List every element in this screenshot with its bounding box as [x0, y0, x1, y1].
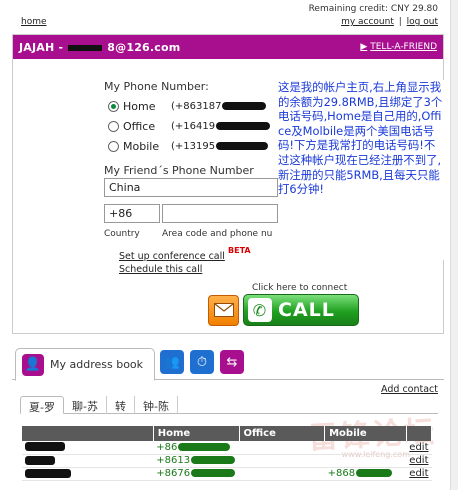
friend-phone-title: My Friend´s Phone Number: [104, 164, 254, 177]
home-number: +8676: [156, 468, 191, 479]
user-prefix: JAJAH -: [19, 40, 64, 54]
table-row[interactable]: +8676 +868 edit: [22, 467, 432, 481]
edit-label[interactable]: edit: [409, 455, 428, 466]
beta-badge: BETA: [228, 246, 251, 255]
tab-address-book-label: My address book: [50, 358, 144, 371]
call-label: CALL: [278, 299, 335, 321]
redaction-mark: [222, 102, 267, 110]
col-actions: [406, 426, 433, 441]
edit-link[interactable]: edit: [406, 454, 432, 468]
radio-button[interactable]: [108, 120, 119, 132]
redaction-mark: [191, 456, 236, 464]
redaction-mark: [191, 469, 236, 477]
envelope-icon: [213, 303, 234, 317]
table-row[interactable]: +86 edit: [22, 441, 432, 455]
play-arrow-icon: ▶: [360, 42, 368, 52]
table-header: Home Office Mobile: [22, 426, 433, 441]
col-name: [22, 426, 154, 441]
area-code-caption: Area code and phone nu: [162, 229, 273, 239]
col-office: Office: [239, 426, 326, 441]
my-phone-title: My Phone Number:: [104, 80, 209, 93]
user-email-suffix: 8@126.com: [107, 40, 181, 54]
call-button[interactable]: ✆ CALL: [243, 294, 359, 326]
country-select[interactable]: China: [104, 178, 278, 197]
home-number: +8613: [156, 455, 191, 466]
letter-tab[interactable]: 夏-罗: [20, 396, 64, 414]
redaction-mark: [356, 469, 393, 477]
clock-icon[interactable]: ⏱: [190, 350, 214, 374]
call-hint: Click here to connect: [252, 283, 348, 293]
phone-option-office[interactable]: Office (+16419: [108, 119, 271, 133]
phone-option-home[interactable]: Home (+863187: [108, 99, 267, 113]
contact-mobile[interactable]: +868: [324, 467, 407, 481]
phone-number-input[interactable]: [162, 204, 278, 223]
redaction-mark: [25, 442, 65, 452]
col-mobile: Mobile: [324, 426, 407, 441]
annotation-note: 这是我的帐户主页,右上角显示我的余额为29.8RMB,且绑定了3个电话号码,Ho…: [278, 80, 444, 260]
contacts-table: Home Office Mobile +86 edit +8613 edit +…: [22, 426, 433, 481]
radio-selected[interactable]: [108, 100, 119, 112]
contact-mobile: [324, 454, 407, 468]
account-links: my account | log out: [341, 17, 438, 27]
contact-mobile: [324, 441, 407, 455]
redaction-mark: [216, 142, 269, 150]
mobile-number: +868: [327, 468, 356, 479]
edit-label[interactable]: edit: [409, 442, 428, 453]
radio-button[interactable]: [108, 140, 119, 152]
phone-number: (+13195: [171, 140, 216, 152]
contact-name: [22, 454, 154, 468]
email-button[interactable]: [208, 294, 239, 326]
user-email: JAJAH - 8@126.com: [19, 41, 180, 54]
phone-icon: ✆: [248, 298, 272, 322]
contact-office: [239, 441, 325, 455]
person-icon: 👤: [22, 353, 44, 376]
contact-home[interactable]: +8676: [153, 467, 240, 481]
link-separator: |: [398, 17, 402, 27]
call-actions: ✆ CALL: [208, 294, 359, 326]
letter-tab[interactable]: 转: [107, 396, 135, 414]
redaction-mark: [216, 122, 271, 130]
redaction-mark: [25, 468, 71, 478]
phone-label: Home: [123, 99, 156, 113]
schedule-call-link[interactable]: Schedule this call: [119, 264, 202, 275]
address-book-tabbar: 👤 My address book 👥 ⏱ ⇆: [12, 346, 444, 381]
home-number: +86: [156, 441, 178, 453]
contact-name: [22, 467, 154, 481]
scrollbar[interactable]: [450, 0, 458, 490]
edit-link[interactable]: edit: [406, 467, 432, 481]
edit-link[interactable]: edit: [406, 441, 432, 455]
my-account-link[interactable]: my account: [341, 17, 394, 27]
conference-call-link[interactable]: Set up conference call: [119, 251, 225, 262]
contact-home[interactable]: +8613: [153, 454, 240, 468]
contact-home[interactable]: +86: [153, 441, 240, 455]
phone-option-mobile[interactable]: Mobile (+13195: [108, 139, 269, 153]
col-home: Home: [153, 426, 240, 441]
remaining-credit: Remaining credit: CNY 29.80: [308, 4, 438, 14]
redaction-mark: [178, 442, 231, 451]
tab-address-book[interactable]: 👤 My address book: [15, 348, 155, 381]
home-link[interactable]: home: [21, 17, 47, 27]
contact-office: [239, 467, 325, 481]
country-code-input[interactable]: +86: [104, 204, 160, 223]
contact-name: [22, 441, 154, 455]
letter-tab[interactable]: 钟-陈: [135, 396, 178, 414]
redaction-mark: [68, 44, 103, 51]
phone-number: (+16419: [171, 120, 216, 132]
letter-tab[interactable]: 聊-苏: [64, 396, 107, 414]
contact-office: [239, 454, 325, 468]
add-contact-link[interactable]: Add contact: [381, 384, 438, 395]
table-row[interactable]: +8613 edit: [22, 454, 432, 468]
header-bar: JAJAH - 8@126.com ▶ TELL-A-FRIEND: [13, 35, 443, 59]
edit-label[interactable]: edit: [409, 468, 428, 479]
phone-label: Office: [123, 119, 156, 133]
redaction-mark: [25, 455, 55, 465]
group-icon[interactable]: 👥: [160, 350, 184, 374]
phone-label: Mobile: [123, 139, 160, 153]
tell-a-friend-label: TELL-A-FRIEND: [370, 42, 437, 52]
tell-a-friend-link[interactable]: ▶ TELL-A-FRIEND: [360, 42, 437, 52]
logout-link[interactable]: log out: [407, 17, 438, 27]
country-caption: Country: [104, 229, 140, 239]
share-icon[interactable]: ⇆: [220, 350, 244, 374]
phone-number: (+863187: [171, 100, 222, 112]
